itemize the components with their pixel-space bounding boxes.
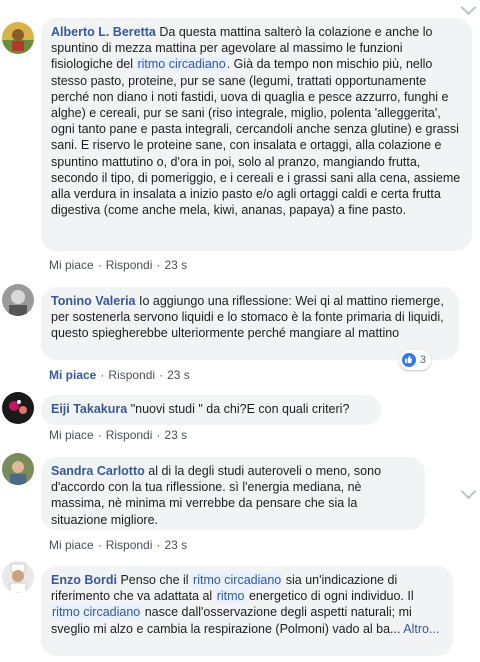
comment-bubble: Eiji Takakura "nuovi studi " da chi?E co…	[41, 395, 381, 425]
chevron-down-icon[interactable]	[460, 483, 477, 500]
avatar[interactable]	[2, 453, 34, 485]
hashtag-ritmo[interactable]: ritmo	[215, 589, 246, 604]
reaction-number: 3	[419, 353, 426, 366]
reaction-count[interactable]: 3	[398, 349, 431, 370]
like-link[interactable]: Mi piace	[49, 538, 94, 552]
hashtag-ritmo-circadiano[interactable]: ritmo circadiano	[136, 57, 227, 72]
avatar[interactable]	[2, 284, 34, 316]
comment-author[interactable]: Alberto L. Beretta	[51, 25, 156, 39]
comment-actions: Mi piace · Rispondi · 23 s	[49, 258, 188, 272]
comment-text: energetico di ogni individuo. Il	[245, 589, 414, 604]
thumbs-up-icon	[401, 352, 416, 367]
like-link[interactable]: Mi piace	[49, 428, 94, 442]
comment-text: "nuovi studi " da chi?E con quali criter…	[130, 402, 350, 416]
comment-actions: Mi piace · Rispondi · 23 s	[49, 428, 188, 442]
reply-link[interactable]: Rispondi	[108, 368, 155, 382]
comment-bubble: Sandra Carlotto al di la degli studi aut…	[41, 457, 425, 530]
avatar[interactable]	[2, 561, 34, 593]
reply-link[interactable]: Rispondi	[106, 538, 153, 552]
reply-link[interactable]: Rispondi	[106, 258, 153, 272]
comment-author[interactable]: Sandra Carlotto	[51, 464, 145, 478]
hashtag-ritmo-circadiano[interactable]: ritmo circadiano	[51, 605, 142, 620]
timestamp[interactable]: 23 s	[164, 538, 187, 552]
hashtag-ritmo-circadiano[interactable]: ritmo circadiano	[192, 573, 283, 587]
reply-link[interactable]: Rispondi	[106, 428, 153, 442]
comment-author[interactable]: Tonino Valeria	[51, 294, 136, 308]
comment-author[interactable]: Enzo Bordi	[51, 573, 117, 587]
comment-actions: Mi piace · Rispondi · 23 s	[49, 538, 188, 552]
timestamp[interactable]: 23 s	[167, 368, 190, 382]
comment-bubble: Alberto L. Beretta Da questa mattina sal…	[41, 18, 472, 251]
like-link[interactable]: Mi piace	[49, 368, 96, 382]
avatar[interactable]	[2, 392, 34, 424]
timestamp[interactable]: 23 s	[164, 258, 187, 272]
timestamp[interactable]: 23 s	[164, 428, 187, 442]
comment-bubble: Tonino Valeria Io aggiungo una riflessio…	[41, 287, 459, 370]
avatar[interactable]	[2, 22, 34, 54]
comment-author[interactable]: Eiji Takakura	[51, 402, 127, 416]
comment-text: . Già da tempo non mischio più, nello st…	[51, 57, 461, 218]
comment-text: Penso che il	[120, 573, 193, 587]
chevron-down-icon[interactable]	[460, 0, 477, 16]
comment-actions: Mi piace · Rispondi · 23 s	[49, 368, 190, 382]
like-link[interactable]: Mi piace	[49, 258, 94, 272]
comment-bubble: Enzo Bordi Penso che il ritmo circadiano…	[41, 566, 453, 656]
see-more-link[interactable]: Altro...	[403, 622, 439, 636]
